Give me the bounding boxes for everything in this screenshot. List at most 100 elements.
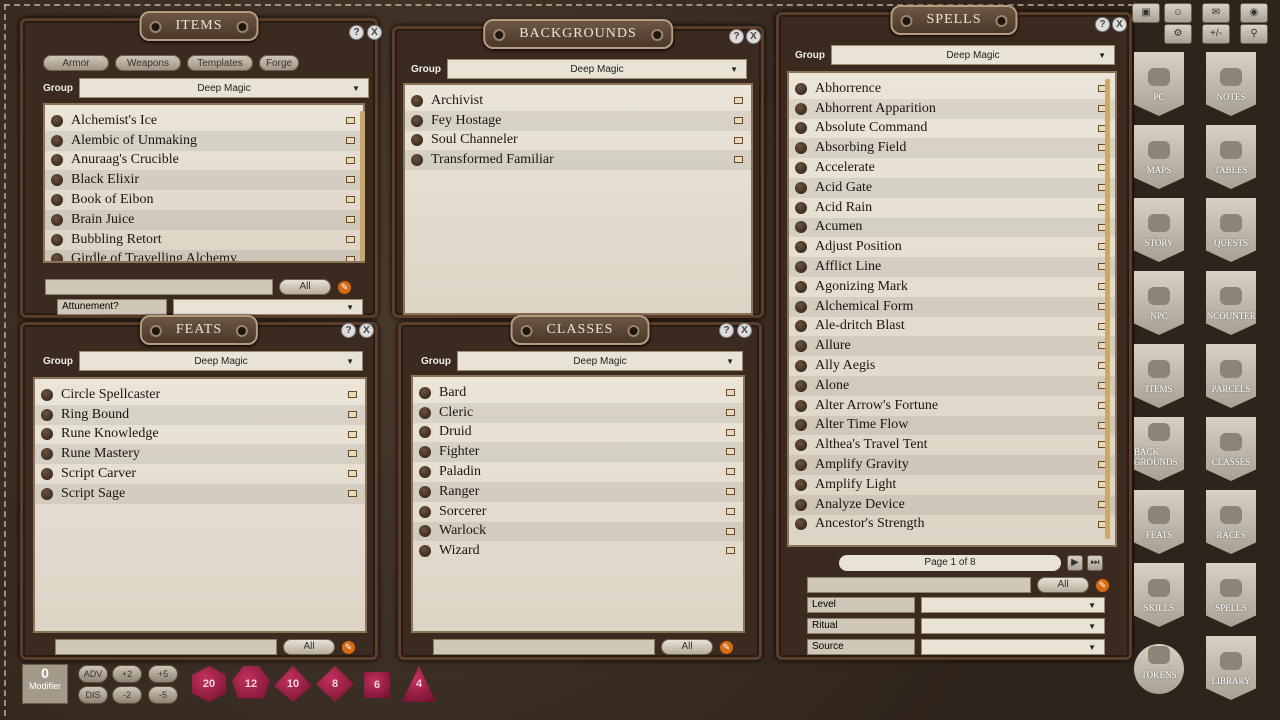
record-link-icon[interactable] [41, 487, 53, 500]
list-item[interactable]: Bubbling Retort [45, 230, 363, 250]
list-item[interactable]: Agonizing Mark [789, 277, 1115, 297]
record-link-icon[interactable] [51, 154, 63, 167]
list-item[interactable]: Black Elixir [45, 170, 363, 191]
record-link-icon[interactable] [41, 468, 53, 481]
list-item[interactable]: Abhorrent Apparition [789, 98, 1115, 119]
sidebar-item-notes[interactable]: NOTES [1206, 52, 1256, 116]
book-icon[interactable] [734, 116, 743, 124]
eye-icon[interactable]: ◉ [1240, 3, 1268, 23]
close-button[interactable]: X [737, 323, 752, 338]
record-link-icon[interactable] [411, 134, 423, 147]
group-select[interactable]: Deep Magic ▼ [79, 78, 369, 98]
list-item[interactable]: Ale-dritch Blast [789, 317, 1115, 337]
book-icon[interactable] [346, 117, 355, 124]
list-item[interactable]: Alchemist's Ice [45, 111, 363, 131]
edit-icon[interactable]: ✎ [337, 279, 352, 295]
book-icon[interactable] [734, 136, 743, 144]
d10-die[interactable]: 10 [274, 666, 312, 702]
tab-armor[interactable]: Armor [43, 55, 109, 71]
list-item[interactable]: Alter Time Flow [789, 415, 1115, 436]
list-item[interactable]: Ancestor's Strength [789, 515, 1115, 535]
book-icon[interactable] [726, 428, 735, 436]
record-link-icon[interactable] [795, 340, 807, 353]
adv-button[interactable]: ADV [78, 665, 108, 683]
list-item[interactable]: Ring Bound [35, 404, 365, 425]
book-icon[interactable] [726, 448, 735, 456]
source-select[interactable]: ▼ [921, 639, 1105, 655]
record-link-icon[interactable] [795, 360, 807, 373]
edit-icon[interactable]: ✎ [341, 639, 356, 655]
sidebar-item-feats[interactable]: FEATS [1134, 490, 1184, 554]
record-link-icon[interactable] [411, 154, 423, 167]
level-select[interactable]: ▼ [921, 597, 1105, 613]
tab-weapons[interactable]: Weapons [115, 55, 181, 71]
d20-die[interactable]: 20 [191, 666, 227, 702]
items-title[interactable]: ITEMS [139, 11, 259, 41]
sidebar-item-npc[interactable]: NPC [1134, 271, 1184, 335]
tab-templates[interactable]: Templates [187, 55, 253, 71]
all-button[interactable]: All [1037, 577, 1089, 593]
record-link-icon[interactable] [795, 439, 807, 452]
book-icon[interactable] [348, 410, 357, 418]
record-link-icon[interactable] [419, 386, 431, 399]
sidebar-item-classes[interactable]: CLASSES [1206, 417, 1256, 481]
gear-icon[interactable]: ⚙ [1164, 24, 1192, 44]
record-link-icon[interactable] [795, 261, 807, 274]
help-button[interactable]: ? [341, 323, 356, 338]
d4-die[interactable]: 4 [402, 666, 436, 702]
list-item[interactable]: Circle Spellcaster [35, 385, 365, 405]
chat-icon[interactable]: ▣ [1132, 3, 1160, 23]
list-item[interactable]: Wizard [413, 541, 743, 561]
backgrounds-title[interactable]: BACKGROUNDS [483, 19, 673, 49]
book-icon[interactable] [726, 507, 735, 515]
feats-title[interactable]: FEATS [139, 315, 259, 345]
list-item[interactable]: Amplify Light [789, 475, 1115, 495]
sidebar-item-parcels[interactable]: PARCELS [1206, 344, 1256, 408]
sidebar-item-story[interactable]: STORY [1134, 198, 1184, 262]
notes-icon[interactable]: ✉ [1202, 3, 1230, 23]
sidebar-item-back-grounds[interactable]: BACK GROUNDS [1134, 417, 1184, 481]
record-link-icon[interactable] [795, 280, 807, 293]
classes-title[interactable]: CLASSES [510, 315, 650, 345]
book-icon[interactable] [348, 470, 357, 478]
book-icon[interactable] [726, 487, 735, 495]
record-link-icon[interactable] [419, 446, 431, 459]
list-item[interactable]: Acumen [789, 217, 1115, 238]
book-icon[interactable] [726, 389, 735, 396]
book-icon[interactable] [734, 156, 743, 164]
list-item[interactable]: Bard [413, 383, 743, 403]
list-item[interactable]: Script Carver [35, 464, 365, 484]
record-link-icon[interactable] [795, 459, 807, 472]
help-button[interactable]: ? [349, 25, 364, 40]
sidebar-item-encounters[interactable]: ENCOUNTERS [1206, 271, 1256, 335]
record-link-icon[interactable] [411, 114, 423, 127]
record-link-icon[interactable] [795, 162, 807, 175]
book-icon[interactable] [348, 450, 357, 458]
all-button[interactable]: All [283, 639, 335, 655]
record-link-icon[interactable] [419, 485, 431, 498]
close-button[interactable]: X [746, 29, 761, 44]
next-page-button[interactable]: ▶ [1067, 555, 1083, 571]
record-link-icon[interactable] [795, 181, 807, 194]
book-icon[interactable] [346, 156, 355, 164]
record-link-icon[interactable] [41, 408, 53, 421]
book-icon[interactable] [346, 255, 355, 261]
list-item[interactable]: Adjust Position [789, 237, 1115, 257]
record-link-icon[interactable] [795, 300, 807, 313]
book-icon[interactable] [348, 430, 357, 438]
group-select[interactable]: Deep Magic ▼ [447, 59, 747, 79]
list-item[interactable]: Druid [413, 423, 743, 443]
tab-forge[interactable]: Forge [259, 55, 299, 71]
list-item[interactable]: Absolute Command [789, 119, 1115, 139]
list-item[interactable]: Absorbing Field [789, 138, 1115, 159]
list-item[interactable]: Acid Rain [789, 198, 1115, 218]
sidebar-item-quests[interactable]: QUESTS [1206, 198, 1256, 262]
record-link-icon[interactable] [795, 478, 807, 491]
record-link-icon[interactable] [51, 134, 63, 147]
sidebar-item-tokens[interactable]: TOKENS [1134, 644, 1184, 694]
close-button[interactable]: X [1112, 17, 1127, 32]
list-item[interactable]: Amplify Gravity [789, 455, 1115, 475]
list-item[interactable]: Abhorrence [789, 79, 1115, 99]
list-item[interactable]: Alembic of Unmaking [45, 130, 363, 151]
book-icon[interactable] [346, 136, 355, 144]
